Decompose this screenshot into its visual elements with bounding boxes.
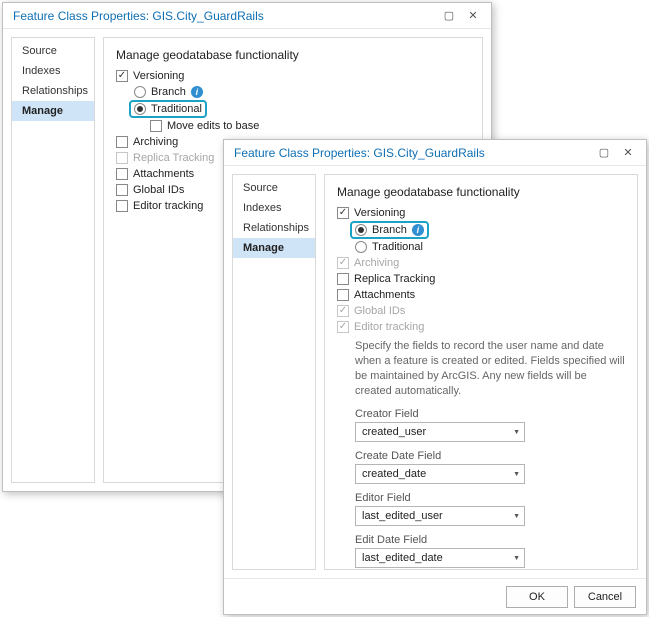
branch-radio[interactable]: Branch [116, 84, 470, 100]
chevron-down-icon: ▼ [513, 471, 520, 478]
sidebar: Source Indexes Relationships Manage [232, 174, 316, 570]
field-label: Edit Date Field [355, 534, 625, 546]
sidebar-item-source[interactable]: Source [12, 41, 94, 61]
radio-icon [134, 86, 146, 98]
label: Attachments [354, 289, 415, 301]
select-value: last_edited_user [362, 510, 443, 522]
editor-tracking-description: Specify the fields to record the user na… [337, 335, 625, 406]
edit-date-field: Edit Date Field last_edited_date ▼ [337, 532, 625, 570]
create-date-select[interactable]: created_date ▼ [355, 464, 525, 484]
chevron-down-icon: ▼ [513, 555, 520, 562]
versioning-checkbox[interactable]: Versioning [337, 205, 625, 221]
editor-field-select[interactable]: last_edited_user ▼ [355, 506, 525, 526]
editor-field: Editor Field last_edited_user ▼ [337, 490, 625, 532]
label: Global IDs [133, 184, 184, 196]
select-value: last_edited_date [362, 552, 443, 564]
radio-icon [134, 103, 146, 115]
checkbox-icon [337, 257, 349, 269]
label: Editor tracking [133, 200, 203, 212]
label: Editor tracking [354, 321, 424, 333]
checkbox-icon [116, 136, 128, 148]
replica-tracking-checkbox[interactable]: Replica Tracking [337, 271, 625, 287]
window-title: Feature Class Properties: GIS.City_Guard… [234, 146, 592, 160]
sidebar-item-source[interactable]: Source [233, 178, 315, 198]
sidebar-item-manage[interactable]: Manage [233, 238, 315, 258]
select-value: created_user [362, 426, 426, 438]
attachments-checkbox[interactable]: Attachments [337, 287, 625, 303]
sidebar: Source Indexes Relationships Manage [11, 37, 95, 483]
label: Traditional [372, 241, 423, 253]
traditional-radio[interactable]: Traditional [116, 100, 470, 118]
checkbox-icon [116, 152, 128, 164]
checkbox-icon [116, 184, 128, 196]
sidebar-item-manage[interactable]: Manage [12, 101, 94, 121]
checkbox-icon [337, 207, 349, 219]
field-label: Create Date Field [355, 450, 625, 462]
branch-radio[interactable]: Branch [337, 221, 625, 239]
create-date-field: Create Date Field created_date ▼ [337, 448, 625, 490]
maximize-icon[interactable]: ▢ [437, 6, 461, 26]
select-value: created_date [362, 468, 426, 480]
window-title: Feature Class Properties: GIS.City_Guard… [13, 9, 437, 23]
sidebar-item-relationships[interactable]: Relationships [233, 218, 315, 238]
maximize-icon[interactable]: ▢ [592, 143, 616, 163]
label: Archiving [354, 257, 399, 269]
checkbox-icon [337, 289, 349, 301]
label: Global IDs [354, 305, 405, 317]
archiving-checkbox: Archiving [337, 255, 625, 271]
info-icon[interactable] [191, 86, 203, 98]
checkbox-icon [337, 321, 349, 333]
checkbox-icon [337, 305, 349, 317]
panel-heading: Manage geodatabase functionality [116, 48, 470, 62]
cancel-button[interactable]: Cancel [574, 586, 636, 608]
checkbox-icon [116, 200, 128, 212]
field-label: Creator Field [355, 408, 625, 420]
checkbox-icon [337, 273, 349, 285]
properties-dialog-branch: Feature Class Properties: GIS.City_Guard… [223, 139, 647, 615]
field-label: Editor Field [355, 492, 625, 504]
dialog-footer: OK Cancel [224, 578, 646, 614]
titlebar[interactable]: Feature Class Properties: GIS.City_Guard… [3, 3, 491, 29]
label: Versioning [133, 70, 184, 82]
sidebar-item-relationships[interactable]: Relationships [12, 81, 94, 101]
label: Versioning [354, 207, 405, 219]
close-icon[interactable]: ✕ [616, 143, 640, 163]
radio-icon [355, 224, 367, 236]
sidebar-item-indexes[interactable]: Indexes [12, 61, 94, 81]
move-edits-checkbox[interactable]: Move edits to base [116, 118, 470, 134]
chevron-down-icon: ▼ [513, 429, 520, 436]
sidebar-item-indexes[interactable]: Indexes [233, 198, 315, 218]
creator-field-select[interactable]: created_user ▼ [355, 422, 525, 442]
label: Branch [151, 86, 186, 98]
info-icon[interactable] [412, 224, 424, 236]
global-ids-checkbox: Global IDs [337, 303, 625, 319]
titlebar[interactable]: Feature Class Properties: GIS.City_Guard… [224, 140, 646, 166]
radio-icon [355, 241, 367, 253]
label: Traditional [151, 103, 202, 115]
panel-heading: Manage geodatabase functionality [337, 185, 625, 199]
label: Branch [372, 224, 407, 236]
label: Move edits to base [167, 120, 259, 132]
close-icon[interactable]: ✕ [461, 6, 485, 26]
checkbox-icon [116, 70, 128, 82]
checkbox-icon [150, 120, 162, 132]
versioning-checkbox[interactable]: Versioning [116, 68, 470, 84]
creator-field: Creator Field created_user ▼ [337, 406, 625, 448]
label: Attachments [133, 168, 194, 180]
ok-button[interactable]: OK [506, 586, 568, 608]
label: Replica Tracking [133, 152, 214, 164]
editor-tracking-checkbox: Editor tracking [337, 319, 625, 335]
edit-date-select[interactable]: last_edited_date ▼ [355, 548, 525, 568]
label: Replica Tracking [354, 273, 435, 285]
checkbox-icon [116, 168, 128, 180]
main-panel: Manage geodatabase functionality Version… [324, 174, 638, 570]
chevron-down-icon: ▼ [513, 513, 520, 520]
label: Archiving [133, 136, 178, 148]
traditional-radio[interactable]: Traditional [337, 239, 625, 255]
